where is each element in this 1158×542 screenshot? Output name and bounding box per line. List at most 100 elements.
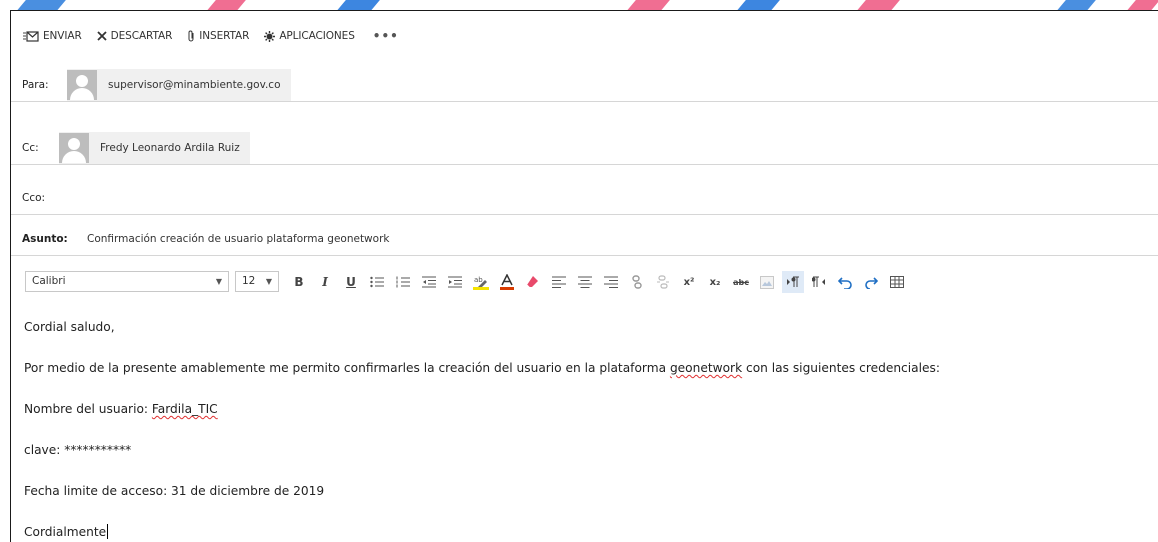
avatar	[59, 133, 89, 163]
bcc-row[interactable]: Cco:	[11, 181, 1158, 215]
rtl-button[interactable]	[808, 271, 830, 293]
strikethrough-button[interactable]: abc	[730, 271, 752, 293]
discard-label: DESCARTAR	[110, 30, 173, 42]
strikethrough-icon: abc	[733, 277, 749, 287]
remove-link-button[interactable]	[652, 271, 674, 293]
formatting-toolbar: Calibri ▼ 12 ▼ B I U ab x² x₂ abc	[11, 266, 1158, 296]
cc-label: Cc:	[22, 142, 39, 154]
align-left-button[interactable]	[548, 271, 570, 293]
numbered-list-icon	[396, 276, 410, 288]
link-icon	[632, 275, 642, 289]
ltr-icon	[787, 276, 799, 287]
underline-icon: U	[346, 275, 356, 289]
clear-formatting-button[interactable]	[522, 271, 544, 293]
font-size-select[interactable]: 12 ▼	[235, 271, 279, 292]
bcc-label: Cco:	[22, 192, 46, 204]
outdent-icon	[422, 276, 436, 288]
superscript-icon: x²	[683, 276, 695, 288]
highlighter-icon: ab	[473, 276, 489, 290]
closing-line: Cordialmente	[24, 524, 109, 539]
misspelled-word: geonetwork	[669, 361, 743, 375]
increase-indent-button[interactable]	[444, 271, 466, 293]
send-icon	[23, 30, 39, 42]
decrease-indent-button[interactable]	[418, 271, 440, 293]
more-icon: •••	[372, 29, 399, 43]
more-options-button[interactable]: •••	[373, 29, 399, 43]
close-icon	[97, 31, 107, 41]
apps-icon	[264, 30, 276, 42]
font-color-button[interactable]	[496, 271, 518, 293]
to-recipient-chip[interactable]: supervisor@minambiente.gov.co	[67, 69, 291, 101]
apps-button[interactable]: APLICACIONES	[264, 30, 355, 42]
highlight-button[interactable]: ab	[470, 271, 492, 293]
insert-table-button[interactable]	[886, 271, 908, 293]
cc-row: Cc: Fredy Leonardo Ardila Ruiz	[11, 131, 1158, 165]
font-family-select[interactable]: Calibri ▼	[25, 271, 229, 292]
username-label: Nombre del usuario:	[24, 402, 152, 416]
send-label: ENVIAR	[43, 30, 82, 42]
chevron-down-icon: ▼	[265, 277, 272, 286]
align-right-button[interactable]	[600, 271, 622, 293]
discard-button[interactable]: DESCARTAR	[97, 30, 173, 42]
bold-icon: B	[294, 275, 304, 289]
align-left-icon	[552, 276, 566, 288]
closing-text: Cordialmente	[24, 525, 107, 539]
to-recipient: supervisor@minambiente.gov.co	[108, 79, 281, 91]
bullet-list-button[interactable]	[366, 271, 388, 293]
to-label: Para:	[22, 79, 49, 91]
intro-text: Por medio de la presente amablemente me …	[24, 361, 670, 375]
font-size-value: 12	[242, 275, 256, 287]
cc-recipient: Fredy Leonardo Ardila Ruiz	[100, 142, 240, 154]
image-icon	[760, 275, 774, 289]
align-right-icon	[604, 276, 618, 288]
text-cursor	[107, 524, 109, 539]
svg-text:ab: ab	[474, 276, 483, 284]
indent-icon	[448, 276, 462, 288]
redo-icon	[865, 276, 878, 289]
apps-label: APLICACIONES	[279, 30, 355, 42]
insert-label: INSERTAR	[199, 30, 250, 42]
bold-button[interactable]: B	[288, 271, 310, 293]
chevron-down-icon: ▼	[215, 277, 222, 286]
font-color-icon	[500, 274, 514, 290]
font-family-value: Calibri	[32, 275, 66, 287]
cc-recipient-chip[interactable]: Fredy Leonardo Ardila Ruiz	[59, 132, 250, 164]
subject-row[interactable]: Asunto: Confirmación creación de usuario…	[11, 222, 1158, 256]
insert-image-button[interactable]	[756, 271, 778, 293]
deadline-line: Fecha limite de acceso: 31 de diciembre …	[24, 484, 325, 498]
table-icon	[890, 276, 904, 288]
eraser-icon	[526, 276, 538, 289]
send-button[interactable]: ENVIAR	[23, 30, 82, 42]
compose-window: ENVIAR DESCARTAR INSERTAR APLICACIONES •…	[10, 10, 1158, 542]
align-center-icon	[578, 276, 592, 288]
subject-label: Asunto:	[22, 233, 68, 245]
ltr-button[interactable]	[782, 271, 804, 293]
insert-link-button[interactable]	[626, 271, 648, 293]
undo-button[interactable]	[834, 271, 856, 293]
insert-button[interactable]: INSERTAR	[187, 30, 249, 42]
align-center-button[interactable]	[574, 271, 596, 293]
username-value: Fardila_TIC	[151, 402, 218, 416]
intro-line: Por medio de la presente amablemente me …	[24, 361, 940, 375]
subscript-icon: x₂	[709, 276, 721, 288]
redo-button[interactable]	[860, 271, 882, 293]
superscript-button[interactable]: x²	[678, 271, 700, 293]
command-bar: ENVIAR DESCARTAR INSERTAR APLICACIONES •…	[11, 23, 399, 49]
bullet-list-icon	[370, 276, 384, 288]
avatar	[67, 70, 97, 100]
username-line: Nombre del usuario: Fardila_TIC	[24, 402, 218, 416]
undo-icon	[838, 276, 852, 289]
subscript-button[interactable]: x₂	[704, 271, 726, 293]
underline-button[interactable]: U	[340, 271, 362, 293]
greeting-line: Cordial saludo,	[24, 320, 115, 334]
unlink-icon	[657, 275, 669, 289]
paperclip-icon	[187, 30, 195, 42]
password-line: clave: ***********	[24, 443, 132, 457]
intro-text-end: con las siguientes credenciales:	[742, 361, 940, 375]
to-row: Para: supervisor@minambiente.gov.co	[11, 68, 1158, 102]
rtl-icon	[812, 276, 825, 287]
numbered-list-button[interactable]	[392, 271, 414, 293]
italic-icon: I	[322, 275, 328, 289]
subject-input[interactable]: Confirmación creación de usuario platafo…	[87, 233, 389, 245]
italic-button[interactable]: I	[314, 271, 336, 293]
